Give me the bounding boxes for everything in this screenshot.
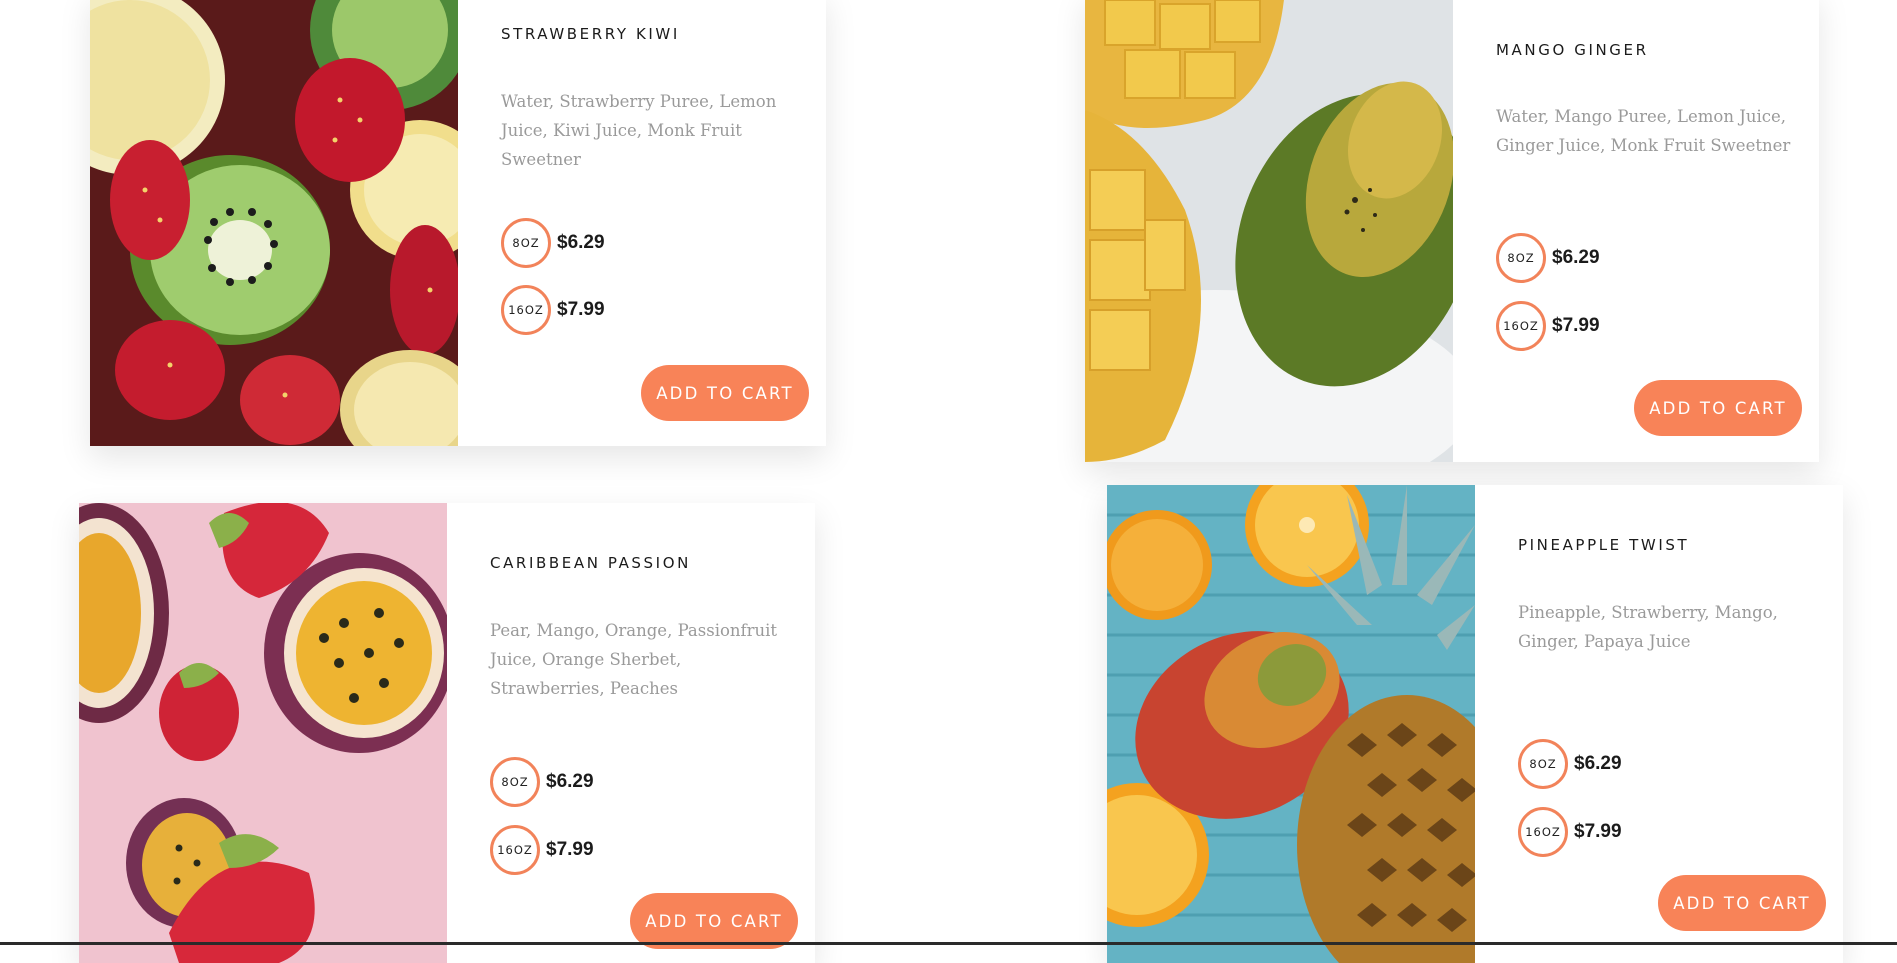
add-to-cart-button[interactable]: ADD TO CART: [1634, 380, 1802, 436]
product-details: PINEAPPLE TWIST Pineapple, Strawberry, M…: [1475, 485, 1843, 963]
size-badge[interactable]: 16OZ: [501, 285, 551, 335]
price: $6.29: [1574, 753, 1622, 774]
product-details: CARIBBEAN PASSION Pear, Mango, Orange, P…: [447, 503, 815, 963]
product-card-pineapple-twist: PINEAPPLE TWIST Pineapple, Strawberry, M…: [1107, 485, 1843, 963]
pineapple-twist-photo: [1107, 485, 1475, 963]
product-card-mango-ginger: MANGO GINGER Water, Mango Puree, Lemon J…: [1085, 0, 1819, 462]
size-badge[interactable]: 8OZ: [501, 218, 551, 268]
price: $7.99: [1574, 821, 1622, 842]
price-option-16oz[interactable]: 16OZ $7.99: [490, 825, 594, 875]
price-option-16oz[interactable]: 16OZ $7.99: [1496, 301, 1600, 351]
size-badge[interactable]: 8OZ: [1518, 739, 1568, 789]
size-badge[interactable]: 8OZ: [1496, 233, 1546, 283]
add-to-cart-button[interactable]: ADD TO CART: [641, 365, 809, 421]
product-ingredients: Pineapple, Strawberry, Mango, Ginger, Pa…: [1518, 603, 1778, 651]
product-card-caribbean-passion: CARIBBEAN PASSION Pear, Mango, Orange, P…: [79, 503, 815, 963]
product-title: STRAWBERRY KIWI: [501, 25, 680, 43]
size-badge[interactable]: 16OZ: [490, 825, 540, 875]
price-option-16oz[interactable]: 16OZ $7.99: [1518, 807, 1622, 857]
size-badge[interactable]: 8OZ: [490, 757, 540, 807]
product-details: MANGO GINGER Water, Mango Puree, Lemon J…: [1453, 0, 1819, 462]
mango-ginger-photo: [1085, 0, 1453, 462]
add-to-cart-button[interactable]: ADD TO CART: [630, 893, 798, 949]
strawberry-kiwi-photo: [90, 0, 458, 446]
product-ingredients: Pear, Mango, Orange, Passionfruit Juice,…: [490, 621, 778, 698]
price: $7.99: [1552, 315, 1600, 336]
size-badge[interactable]: 16OZ: [1518, 807, 1568, 857]
price: $6.29: [546, 771, 594, 792]
price-option-8oz[interactable]: 8OZ $6.29: [490, 757, 594, 807]
price-option-8oz[interactable]: 8OZ $6.29: [1496, 233, 1600, 283]
product-ingredients: Water, Mango Puree, Lemon Juice, Ginger …: [1496, 107, 1791, 155]
size-badge[interactable]: 16OZ: [1496, 301, 1546, 351]
product-title: CARIBBEAN PASSION: [490, 554, 691, 572]
price-option-16oz[interactable]: 16OZ $7.99: [501, 285, 605, 335]
price: $7.99: [557, 299, 605, 320]
product-title: MANGO GINGER: [1496, 41, 1649, 59]
caribbean-passion-photo: [79, 503, 447, 963]
price: $7.99: [546, 839, 594, 860]
product-ingredients: Water, Strawberry Puree, Lemon Juice, Ki…: [501, 92, 777, 169]
price: $6.29: [557, 232, 605, 253]
product-details: STRAWBERRY KIWI Water, Strawberry Puree,…: [458, 0, 826, 446]
product-card-strawberry-kiwi: STRAWBERRY KIWI Water, Strawberry Puree,…: [90, 0, 826, 446]
product-title: PINEAPPLE TWIST: [1518, 536, 1690, 554]
price: $6.29: [1552, 247, 1600, 268]
price-option-8oz[interactable]: 8OZ $6.29: [501, 218, 605, 268]
add-to-cart-button[interactable]: ADD TO CART: [1658, 875, 1826, 931]
price-option-8oz[interactable]: 8OZ $6.29: [1518, 739, 1622, 789]
